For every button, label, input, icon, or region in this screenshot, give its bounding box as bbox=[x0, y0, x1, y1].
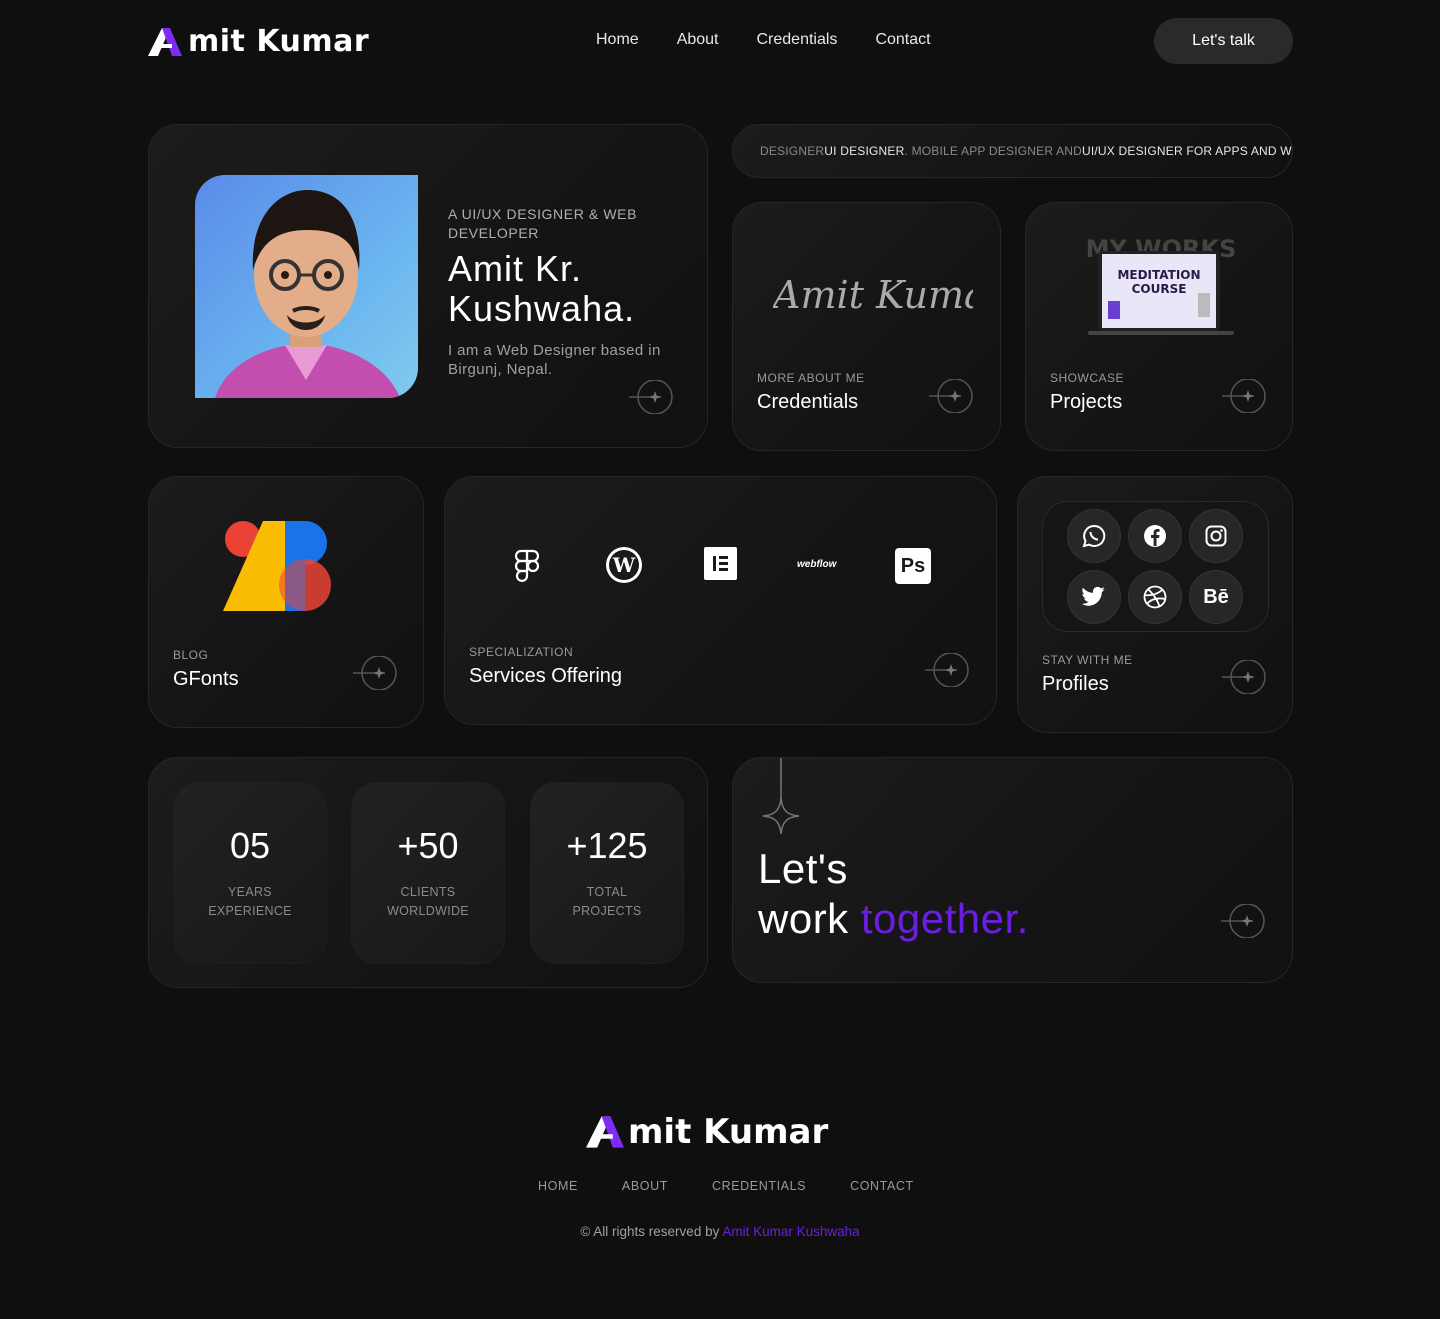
avatar-illustration bbox=[215, 190, 400, 398]
twitter-icon[interactable] bbox=[1067, 570, 1121, 624]
stat-box: 05 YEARS EXPERIENCE bbox=[173, 782, 327, 964]
site-header: mit Kumar Home About Credentials Contact… bbox=[148, 18, 1293, 64]
projects-card[interactable]: MY WORKS MEDITATION COURSE SHOWCASE Proj… bbox=[1025, 202, 1293, 451]
credentials-label: MORE ABOUT ME Credentials bbox=[757, 371, 865, 414]
svg-text:Amit Kumar: Amit Kumar bbox=[773, 273, 973, 317]
stat-value: +125 bbox=[566, 825, 648, 866]
stat-value: +50 bbox=[397, 825, 459, 866]
arrow-icon[interactable] bbox=[1222, 378, 1268, 414]
main-nav: Home About Credentials Contact bbox=[596, 31, 931, 49]
marquee-text: DESIGNER bbox=[760, 144, 825, 158]
logo-a-icon bbox=[148, 27, 182, 56]
logo-a-icon bbox=[586, 1116, 624, 1148]
card-subtitle: SPECIALIZATION bbox=[469, 645, 574, 659]
card-subtitle: MORE ABOUT ME bbox=[757, 371, 865, 385]
logo-text: mit Kumar bbox=[188, 24, 370, 59]
stat-box: +125 TOTAL PROJECTS bbox=[530, 782, 684, 964]
facebook-icon[interactable] bbox=[1128, 509, 1182, 563]
hero-description: I am a Web Designer based in Birgunj, Ne… bbox=[448, 342, 661, 378]
svg-text:MEDITATION: MEDITATION bbox=[1117, 268, 1200, 282]
nav-home[interactable]: Home bbox=[596, 31, 639, 49]
hero-role: A UI/UX DESIGNER & WEB DEVELOPER bbox=[448, 206, 638, 241]
projects-thumbnail: MY WORKS MEDITATION COURSE bbox=[1086, 235, 1236, 335]
whatsapp-icon[interactable] bbox=[1067, 509, 1121, 563]
hero-text: A UI/UX DESIGNER & WEB DEVELOPER Amit Kr… bbox=[448, 205, 678, 379]
arrow-icon[interactable] bbox=[629, 379, 675, 415]
copyright: © All rights reserved by Amit Kumar Kush… bbox=[580, 1224, 860, 1239]
nav-about[interactable]: About bbox=[677, 31, 719, 49]
footer-logo[interactable]: mit Kumar bbox=[586, 1112, 828, 1152]
nav-contact[interactable]: Contact bbox=[875, 31, 930, 49]
card-title: GFonts bbox=[173, 668, 239, 690]
profiles-label: STAY WITH ME Profiles bbox=[1042, 653, 1133, 696]
footer-nav-home[interactable]: HOME bbox=[538, 1179, 578, 1193]
social-links: Bē bbox=[1042, 501, 1269, 632]
arrow-icon[interactable] bbox=[353, 655, 399, 691]
arrow-icon[interactable] bbox=[925, 652, 971, 688]
skills-marquee: DESIGNER UI DESIGNER . MOBILE APP DESIGN… bbox=[732, 124, 1293, 178]
arrow-icon[interactable] bbox=[1221, 903, 1267, 939]
footer-nav-about[interactable]: ABOUT bbox=[622, 1179, 668, 1193]
behance-icon[interactable]: Bē bbox=[1189, 570, 1243, 624]
marquee-text: UI/UX DESIGNER FOR APPS AND W bbox=[1082, 144, 1292, 158]
card-title: Projects bbox=[1050, 391, 1123, 413]
card-title: Profiles bbox=[1042, 673, 1109, 695]
stat-box: +50 CLIENTS WORLDWIDE bbox=[351, 782, 505, 964]
star-icon bbox=[762, 758, 800, 835]
card-subtitle: STAY WITH ME bbox=[1042, 653, 1133, 667]
stat-value: 05 bbox=[229, 825, 271, 866]
copyright-name[interactable]: Amit Kumar Kushwaha bbox=[722, 1224, 859, 1239]
services-card[interactable]: W webflow Ps SPECIALIZATION Services Off… bbox=[444, 476, 997, 725]
elementor-icon bbox=[704, 547, 737, 580]
svg-text:COURSE: COURSE bbox=[1132, 282, 1187, 296]
card-title: Credentials bbox=[757, 391, 859, 413]
nav-credentials[interactable]: Credentials bbox=[757, 31, 838, 49]
stats-card: 05 YEARS EXPERIENCE +50 CLIENTS WORLDWIDE … bbox=[148, 757, 708, 988]
profiles-card[interactable]: Bē STAY WITH ME Profiles bbox=[1017, 476, 1293, 733]
footer-nav-credentials[interactable]: CREDENTIALS bbox=[712, 1179, 806, 1193]
logo[interactable]: mit Kumar bbox=[148, 24, 369, 59]
marquee-text: UI DESIGNER bbox=[824, 144, 905, 158]
card-subtitle: SHOWCASE bbox=[1050, 371, 1125, 385]
signature-image: Amit Kumar bbox=[773, 273, 973, 317]
hero-card[interactable]: A UI/UX DESIGNER & WEB DEVELOPER Amit Kr… bbox=[148, 124, 708, 448]
marquee-text: . MOBILE APP DESIGNER AND bbox=[904, 144, 1082, 158]
work-together-title: Let's work together. bbox=[758, 845, 1029, 942]
services-label: SPECIALIZATION Services Offering bbox=[469, 645, 622, 688]
footer-nav-contact[interactable]: CONTACT bbox=[850, 1179, 914, 1193]
figma-icon bbox=[515, 549, 539, 582]
logo-text: mit Kumar bbox=[628, 1112, 829, 1152]
photoshop-icon: Ps bbox=[895, 548, 931, 584]
instagram-icon[interactable] bbox=[1189, 509, 1243, 563]
webflow-icon: webflow bbox=[797, 559, 837, 570]
dribbble-icon[interactable] bbox=[1128, 570, 1182, 624]
lets-talk-button[interactable]: Let's talk bbox=[1154, 18, 1293, 64]
card-subtitle: BLOG bbox=[173, 648, 209, 662]
blog-label: BLOG GFonts bbox=[173, 648, 239, 691]
credentials-card[interactable]: Amit Kumar MORE ABOUT ME Credentials bbox=[732, 202, 1001, 451]
hero-name: Amit Kr. Kushwaha. bbox=[448, 248, 636, 329]
card-title: Services Offering bbox=[469, 665, 623, 687]
stat-label: CLIENTS WORLDWIDE bbox=[387, 885, 469, 918]
arrow-icon[interactable] bbox=[1222, 659, 1268, 695]
work-together-card[interactable]: Let's work together. bbox=[732, 757, 1293, 983]
avatar bbox=[195, 175, 418, 398]
projects-label: SHOWCASE Projects bbox=[1050, 371, 1124, 414]
wordpress-icon: W bbox=[606, 547, 642, 583]
stat-label: YEARS EXPERIENCE bbox=[208, 885, 292, 918]
svg-text:W: W bbox=[612, 553, 636, 577]
footer-nav: HOME ABOUT CREDENTIALS CONTACT bbox=[538, 1179, 914, 1193]
blog-card[interactable]: BLOG GFonts bbox=[148, 476, 424, 728]
gfonts-logo bbox=[223, 521, 331, 611]
stat-label: TOTAL PROJECTS bbox=[572, 885, 642, 918]
arrow-icon[interactable] bbox=[929, 378, 975, 414]
